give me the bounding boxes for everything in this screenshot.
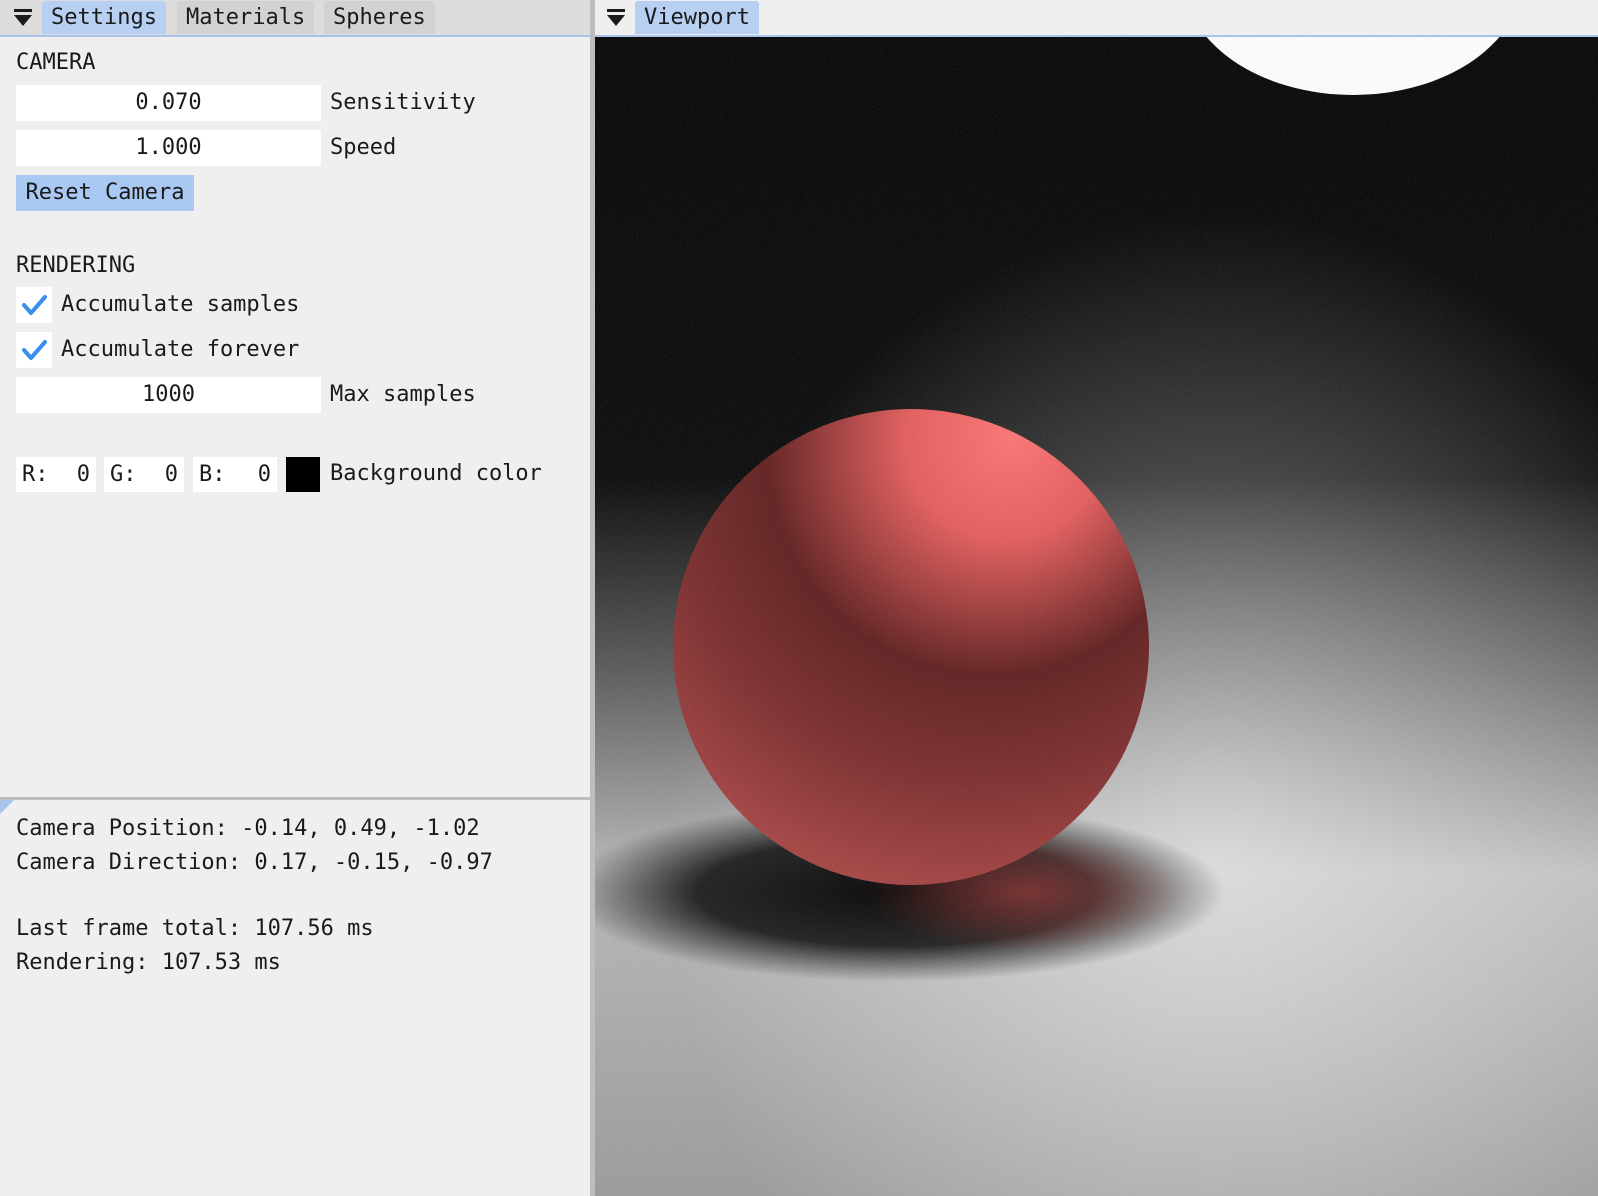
background-color-swatch[interactable] (286, 457, 320, 492)
render-viewport[interactable] (595, 37, 1598, 1196)
sensitivity-input[interactable]: 0.070 (16, 85, 321, 121)
background-r-input[interactable]: R: 0 (16, 457, 96, 492)
accumulate-forever-label: Accumulate forever (61, 337, 300, 362)
settings-panel: Settings Materials Spheres CAMERA 0.070 … (0, 0, 600, 1196)
camera-direction-text: Camera Direction: 0.17, -0.15, -0.97 (16, 850, 493, 875)
accumulate-samples-checkbox[interactable] (16, 287, 52, 323)
background-color-label: Background color (330, 461, 542, 486)
right-tab-bar: Viewport (595, 0, 1598, 37)
tab-settings[interactable]: Settings (42, 1, 166, 34)
speed-label: Speed (330, 135, 397, 160)
checkmark-icon (22, 295, 47, 315)
b-channel-label: B: (199, 462, 226, 487)
r-channel-value: 0 (76, 462, 90, 487)
tab-viewport[interactable]: Viewport (635, 1, 759, 34)
dock-menu-icon[interactable] (605, 8, 627, 28)
rendering-time-text: Rendering: 107.53 ms (16, 950, 281, 975)
left-tab-bar: Settings Materials Spheres (0, 0, 600, 37)
r-channel-label: R: (22, 462, 49, 487)
b-channel-value: 0 (257, 462, 271, 487)
tab-materials[interactable]: Materials (177, 1, 315, 34)
max-samples-input[interactable]: 1000 (16, 377, 321, 413)
reset-camera-button[interactable]: Reset Camera (16, 175, 194, 211)
camera-section-heading: CAMERA (16, 50, 96, 75)
g-channel-label: G: (110, 462, 137, 487)
max-samples-label: Max samples (330, 382, 476, 407)
speed-input[interactable]: 1.000 (16, 130, 321, 166)
g-channel-value: 0 (164, 462, 178, 487)
camera-position-text: Camera Position: -0.14, 0.49, -1.02 (16, 816, 480, 841)
dock-menu-icon[interactable] (12, 8, 34, 28)
rendered-scene (595, 37, 1598, 1196)
accumulate-forever-checkbox[interactable] (16, 332, 52, 368)
tab-spheres[interactable]: Spheres (324, 1, 435, 34)
background-b-input[interactable]: B: 0 (193, 457, 277, 492)
last-frame-total-text: Last frame total: 107.56 ms (16, 916, 374, 941)
viewport-panel: Viewport (595, 0, 1598, 1196)
rendering-section-heading: RENDERING (16, 253, 136, 278)
resize-grip-icon[interactable] (0, 800, 14, 814)
background-g-input[interactable]: G: 0 (104, 457, 184, 492)
accumulate-samples-label: Accumulate samples (61, 292, 300, 317)
checkmark-icon (22, 340, 47, 360)
sensitivity-label: Sensitivity (330, 90, 476, 115)
panel-splitter[interactable] (0, 797, 590, 800)
